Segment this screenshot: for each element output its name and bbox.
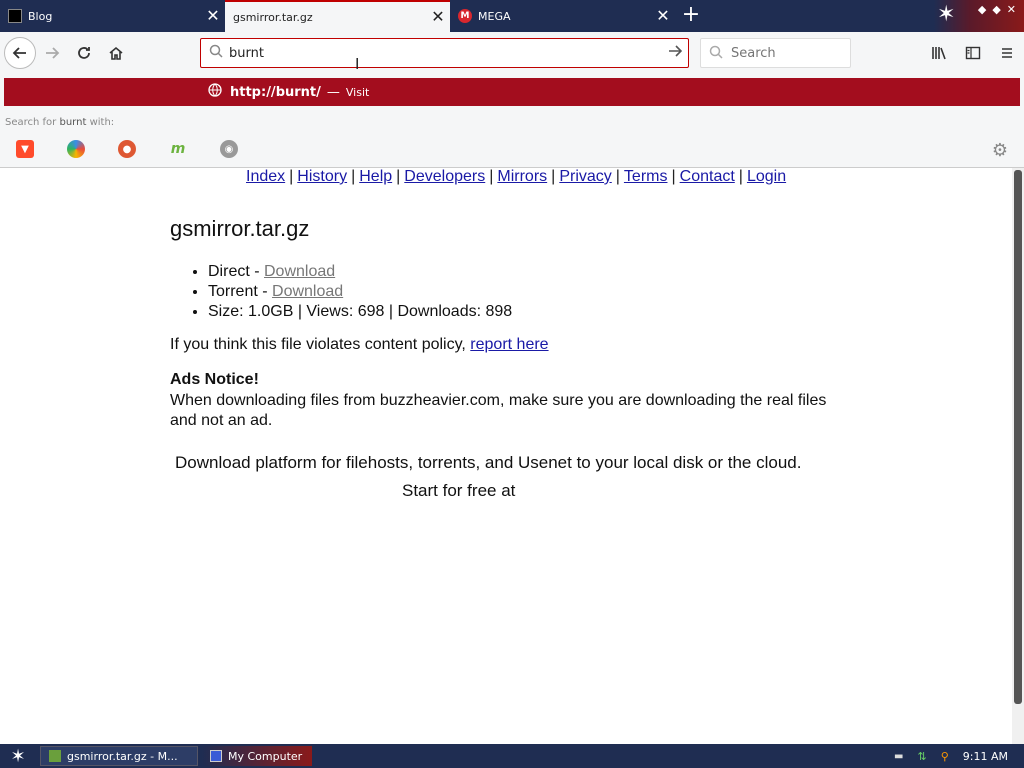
search-with-label: Search for burnt with: xyxy=(5,117,115,128)
link-login[interactable]: Login xyxy=(747,168,786,185)
visit-suggestion-row[interactable]: http://burnt/ — Visit xyxy=(4,78,1020,106)
link-mirrors[interactable]: Mirrors xyxy=(497,168,547,185)
tab-mega[interactable]: M MEGA ✕ xyxy=(450,0,675,32)
torrent-download-link[interactable]: Download xyxy=(272,283,343,300)
reload-icon xyxy=(78,47,90,59)
tab-gsmirror[interactable]: gsmirror.tar.gz ✕ xyxy=(225,0,450,32)
qwant-search-icon[interactable] xyxy=(67,140,85,158)
tab-title: gsmirror.tar.gz xyxy=(233,10,313,24)
text-cursor-icon: I xyxy=(355,55,360,73)
tab-bar: Blog ✕ gsmirror.tar.gz ✕ M MEGA ✕ + ✶ ◆ … xyxy=(0,0,1024,32)
link-developers[interactable]: Developers xyxy=(404,168,485,185)
reload-button[interactable] xyxy=(68,37,100,69)
suggestion-dash: — xyxy=(326,84,340,100)
tab-blog[interactable]: Blog ✕ xyxy=(0,0,225,32)
system-tray: ▬ ⇅ ⚲ 9:11 AM xyxy=(894,750,1024,763)
tab-spacer xyxy=(707,0,934,32)
suggestion-protocol: http:// xyxy=(230,84,276,100)
download-list: Direct - Download Torrent - Download Siz… xyxy=(190,262,512,322)
promo-text: Download platform for filehosts, torrent… xyxy=(175,453,802,472)
search-input[interactable] xyxy=(731,45,841,61)
forward-arrow-icon xyxy=(46,47,60,59)
star-logo-icon: ✶ xyxy=(937,2,956,27)
page-content: Index | History | Help | Developers | Mirrors | Pr… xyxy=(0,168,1012,744)
tab-title: MEGA xyxy=(478,9,511,23)
ads-notice-title: Ads Notice! xyxy=(170,371,259,388)
taskbar-item-my-computer[interactable]: My Computer xyxy=(202,746,312,766)
search-box[interactable] xyxy=(700,38,851,68)
link-terms[interactable]: Terms xyxy=(624,168,668,185)
back-arrow-icon xyxy=(12,47,26,59)
ads-notice-text: When downloading files from buzzheavier.… xyxy=(170,392,827,429)
close-tab-icon[interactable]: ✕ xyxy=(201,0,225,32)
back-button[interactable] xyxy=(4,37,36,69)
mojeek-search-icon[interactable]: m xyxy=(169,140,187,158)
maximize-icon[interactable]: ◆ xyxy=(992,3,1000,16)
close-window-icon[interactable]: ✕ xyxy=(1007,3,1016,16)
library-icon[interactable] xyxy=(926,37,952,69)
brave-search-icon[interactable]: ▼ xyxy=(16,140,34,158)
list-item: Torrent - Download xyxy=(208,282,512,302)
link-history[interactable]: History xyxy=(297,168,347,185)
taskbar-item-label: gsmirror.tar.gz - M... xyxy=(67,749,178,763)
suggestion-visit-label: Visit xyxy=(345,85,370,99)
url-input[interactable] xyxy=(229,45,662,61)
suggestion-host: burnt/ xyxy=(275,84,321,100)
search-engines: ▼ ● m ◉ xyxy=(16,140,238,158)
report-link[interactable]: report here xyxy=(470,336,548,353)
new-tab-button[interactable]: + xyxy=(675,0,707,32)
search-tray-icon[interactable]: ⚲ xyxy=(941,750,949,763)
blog-favicon-icon xyxy=(8,9,22,23)
clock: 9:11 AM xyxy=(962,749,1008,763)
duckduckgo-search-icon[interactable]: ● xyxy=(118,140,136,158)
keyboard-icon[interactable]: ▬ xyxy=(894,751,903,762)
sidebar-icon[interactable] xyxy=(960,37,986,69)
policy-notice: If you think this file violates content … xyxy=(170,336,549,353)
navigation-bar xyxy=(0,32,1024,74)
toolbar-right xyxy=(926,37,1020,69)
close-tab-icon[interactable]: ✕ xyxy=(651,0,675,32)
search-engine-icon[interactable]: ◉ xyxy=(220,140,238,158)
link-privacy[interactable]: Privacy xyxy=(559,168,611,185)
top-links: Index | History | Help | Developers | Mirrors | Pr… xyxy=(246,168,787,185)
start-menu-icon[interactable]: ✶ xyxy=(0,746,36,767)
list-item: Direct - Download xyxy=(208,262,512,282)
url-dropdown: http://burnt/ — Visit Search for burnt w… xyxy=(0,74,1024,168)
globe-icon xyxy=(208,83,222,101)
minimize-icon[interactable]: ◆ xyxy=(978,3,986,16)
scrollbar-thumb[interactable] xyxy=(1014,170,1022,704)
taskbar: ✶ gsmirror.tar.gz - M... My Computer ▬ ⇅… xyxy=(0,744,1024,768)
forward-button[interactable] xyxy=(36,37,68,69)
taskbar-item-browser[interactable]: gsmirror.tar.gz - M... xyxy=(40,746,198,766)
go-arrow-icon[interactable] xyxy=(662,43,688,63)
menu-icon[interactable] xyxy=(994,37,1020,69)
mega-favicon-icon: M xyxy=(458,9,472,23)
network-icon[interactable]: ⇅ xyxy=(918,750,927,763)
vertical-scrollbar[interactable] xyxy=(1012,168,1024,744)
search-icon xyxy=(709,44,723,63)
search-icon xyxy=(209,44,223,62)
home-button[interactable] xyxy=(100,37,132,69)
tab-title: Blog xyxy=(28,9,53,23)
gear-icon[interactable]: ⚙ xyxy=(992,140,1008,161)
taskbar-item-label: My Computer xyxy=(228,749,303,763)
link-contact[interactable]: Contact xyxy=(680,168,735,185)
link-index[interactable]: Index xyxy=(246,168,285,185)
promo-start-text: Start for free at xyxy=(402,481,516,500)
browser-task-icon xyxy=(49,750,61,762)
file-stats: Size: 1.0GB | Views: 698 | Downloads: 89… xyxy=(208,302,512,322)
direct-download-link[interactable]: Download xyxy=(264,263,335,280)
url-bar[interactable] xyxy=(200,38,689,68)
link-help[interactable]: Help xyxy=(359,168,392,185)
file-title: gsmirror.tar.gz xyxy=(170,216,310,241)
computer-icon xyxy=(210,750,222,762)
window-controls: ✶ ◆ ◆ ✕ xyxy=(934,0,1024,32)
close-tab-icon[interactable]: ✕ xyxy=(426,1,450,33)
home-icon xyxy=(109,46,123,60)
